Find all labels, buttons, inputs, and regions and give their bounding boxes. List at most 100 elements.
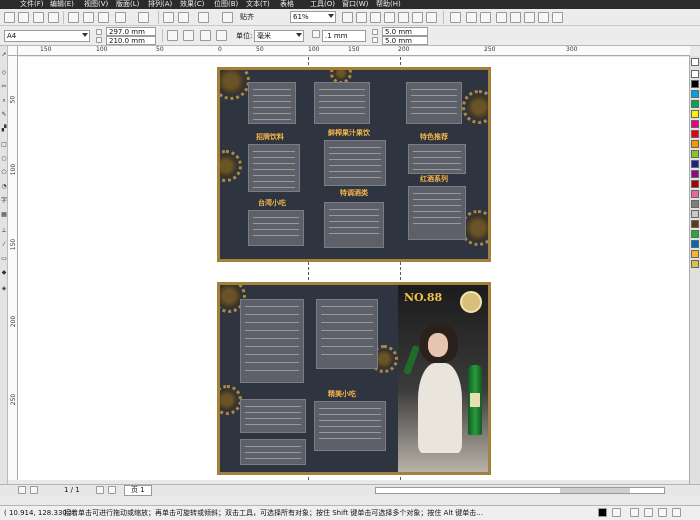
zoom-height-icon[interactable] — [426, 12, 437, 23]
color-swatch[interactable] — [691, 160, 699, 168]
color-swatch[interactable] — [691, 140, 699, 148]
color-swatch[interactable] — [691, 110, 699, 118]
previous-page-icon[interactable] — [30, 486, 38, 494]
menu-page-bottom[interactable]: 精美小吃 NO.88 — [217, 282, 491, 475]
duplicate-distance-x-field[interactable]: 5.0 mm — [382, 27, 428, 36]
home-icon[interactable] — [510, 12, 521, 23]
application-launcher-icon[interactable] — [198, 12, 209, 23]
color-swatch[interactable] — [691, 260, 699, 268]
color-swatch[interactable] — [691, 130, 699, 138]
pick-tool-icon[interactable]: ➚ — [1, 52, 7, 58]
cube-icon[interactable] — [538, 12, 549, 23]
snap-to-label[interactable]: 贴齐 — [240, 12, 254, 22]
outline-pen-icon[interactable]: ▭ — [1, 256, 7, 262]
drawing-canvas[interactable]: 招牌饮料 鲜榨果汁果饮 特色推荐 特调酒类 红酒系列 台湾小吃 精美小吃 NO.… — [18, 57, 689, 480]
color-swatch[interactable] — [691, 170, 699, 178]
ruler-corner[interactable] — [8, 46, 18, 56]
import-icon[interactable] — [163, 12, 174, 23]
zoom-page-icon[interactable] — [398, 12, 409, 23]
menu-bitmaps[interactable]: 位图(B) — [214, 0, 238, 9]
export-icon[interactable] — [178, 12, 189, 23]
zoom-all-icon[interactable] — [384, 12, 395, 23]
settings-icon[interactable] — [658, 508, 667, 517]
no-color-swatch[interactable] — [691, 58, 699, 66]
zoom-out-icon[interactable] — [356, 12, 367, 23]
menu-page-top[interactable]: 招牌饮料 鲜榨果汁果饮 特色推荐 特调酒类 红酒系列 台湾小吃 — [217, 67, 491, 262]
grid-icon[interactable] — [496, 12, 507, 23]
basic-shapes-icon[interactable]: ◔ — [1, 184, 7, 190]
outline-indicator-icon[interactable] — [612, 508, 621, 517]
color-swatch[interactable] — [691, 90, 699, 98]
welcome-screen-icon[interactable] — [222, 12, 233, 23]
print-icon[interactable] — [48, 12, 59, 23]
options-gear-icon[interactable] — [450, 12, 461, 23]
menu-text[interactable]: 文本(T) — [246, 0, 270, 9]
color-swatch[interactable] — [691, 180, 699, 188]
menu-tools[interactable]: 工具(O) — [310, 0, 335, 9]
color-swatch[interactable] — [691, 80, 699, 88]
page-height-field[interactable]: 210.0 mm — [106, 36, 156, 45]
color-swatch[interactable] — [691, 250, 699, 258]
horizontal-ruler[interactable]: 150 100 50 0 50 100 150 200 250 300 — [18, 46, 690, 56]
circle-icon[interactable] — [552, 12, 563, 23]
zoom-width-icon[interactable] — [412, 12, 423, 23]
color-swatch[interactable] — [691, 240, 699, 248]
shape-tool-icon[interactable]: ◇ — [1, 70, 7, 76]
color-swatch[interactable] — [691, 210, 699, 218]
zoom-tool-icon[interactable]: ⌕ — [1, 98, 7, 104]
all-pages-icon[interactable] — [200, 30, 211, 41]
open-icon[interactable] — [18, 12, 29, 23]
zoom-in-icon[interactable] — [342, 12, 353, 23]
table-tool-icon[interactable]: ▦ — [1, 212, 7, 218]
paper-size-combo[interactable]: A4 — [4, 30, 90, 42]
crop-tool-icon[interactable]: ✂ — [1, 84, 7, 90]
fill-bucket-icon[interactable]: ◆ — [1, 270, 7, 276]
ellipse-tool-icon[interactable]: ○ — [1, 156, 7, 162]
color-swatch[interactable] — [691, 230, 699, 238]
menu-edit[interactable]: 编辑(E) — [50, 0, 74, 9]
portrait-icon[interactable] — [167, 30, 178, 41]
units-combo[interactable]: 毫米 — [254, 30, 304, 42]
menu-window[interactable]: 窗口(W) — [342, 0, 368, 9]
next-page-icon[interactable] — [96, 486, 104, 494]
rectangle-tool-icon[interactable]: □ — [1, 142, 7, 148]
tab-page-1[interactable]: 页 1 — [124, 485, 152, 496]
menu-help[interactable]: 帮助(H) — [376, 0, 401, 9]
current-page-icon[interactable] — [216, 30, 227, 41]
zoom-level-combo[interactable]: 61% — [290, 11, 336, 23]
undo-icon[interactable] — [115, 12, 126, 23]
color-swatch[interactable] — [691, 190, 699, 198]
color-swatch[interactable] — [691, 100, 699, 108]
menu-view[interactable]: 视图(V) — [84, 0, 108, 9]
first-page-icon[interactable] — [18, 486, 26, 494]
redo-icon[interactable] — [138, 12, 149, 23]
menu-file[interactable]: 文件(F) — [20, 0, 44, 9]
landscape-icon[interactable] — [183, 30, 194, 41]
color-swatch[interactable] — [691, 220, 699, 228]
menu-arrange[interactable]: 排列(A) — [148, 0, 172, 9]
save-icon[interactable] — [33, 12, 44, 23]
smart-fill-icon[interactable]: ▞ — [1, 126, 7, 132]
fill-indicator-icon[interactable] — [598, 508, 607, 517]
last-page-icon[interactable] — [108, 486, 116, 494]
input-method-icon[interactable] — [630, 508, 639, 517]
horizontal-scroll-thumb[interactable] — [560, 488, 630, 493]
dimension-tool-icon[interactable]: ⟂ — [1, 228, 7, 234]
new-icon[interactable] — [4, 12, 15, 23]
duplicate-distance-y-field[interactable]: 5.0 mm — [382, 36, 428, 45]
keyboard-icon[interactable] — [644, 508, 653, 517]
text-tool-icon[interactable]: 字 — [1, 198, 7, 204]
color-swatch[interactable] — [691, 70, 699, 78]
copy-icon[interactable] — [83, 12, 94, 23]
zoom-selected-icon[interactable] — [370, 12, 381, 23]
rectangle-icon[interactable] — [480, 12, 491, 23]
rulers-icon[interactable] — [524, 12, 535, 23]
menu-effects[interactable]: 效果(C) — [180, 0, 204, 9]
layers-icon[interactable] — [466, 12, 477, 23]
color-swatch[interactable] — [691, 200, 699, 208]
menu-table[interactable]: 表格 — [280, 0, 294, 9]
polygon-tool-icon[interactable]: ⬠ — [1, 170, 7, 176]
interactive-fill-icon[interactable]: ◈ — [1, 286, 7, 292]
nudge-distance-field[interactable]: .1 mm — [322, 30, 366, 42]
color-swatch[interactable] — [691, 120, 699, 128]
